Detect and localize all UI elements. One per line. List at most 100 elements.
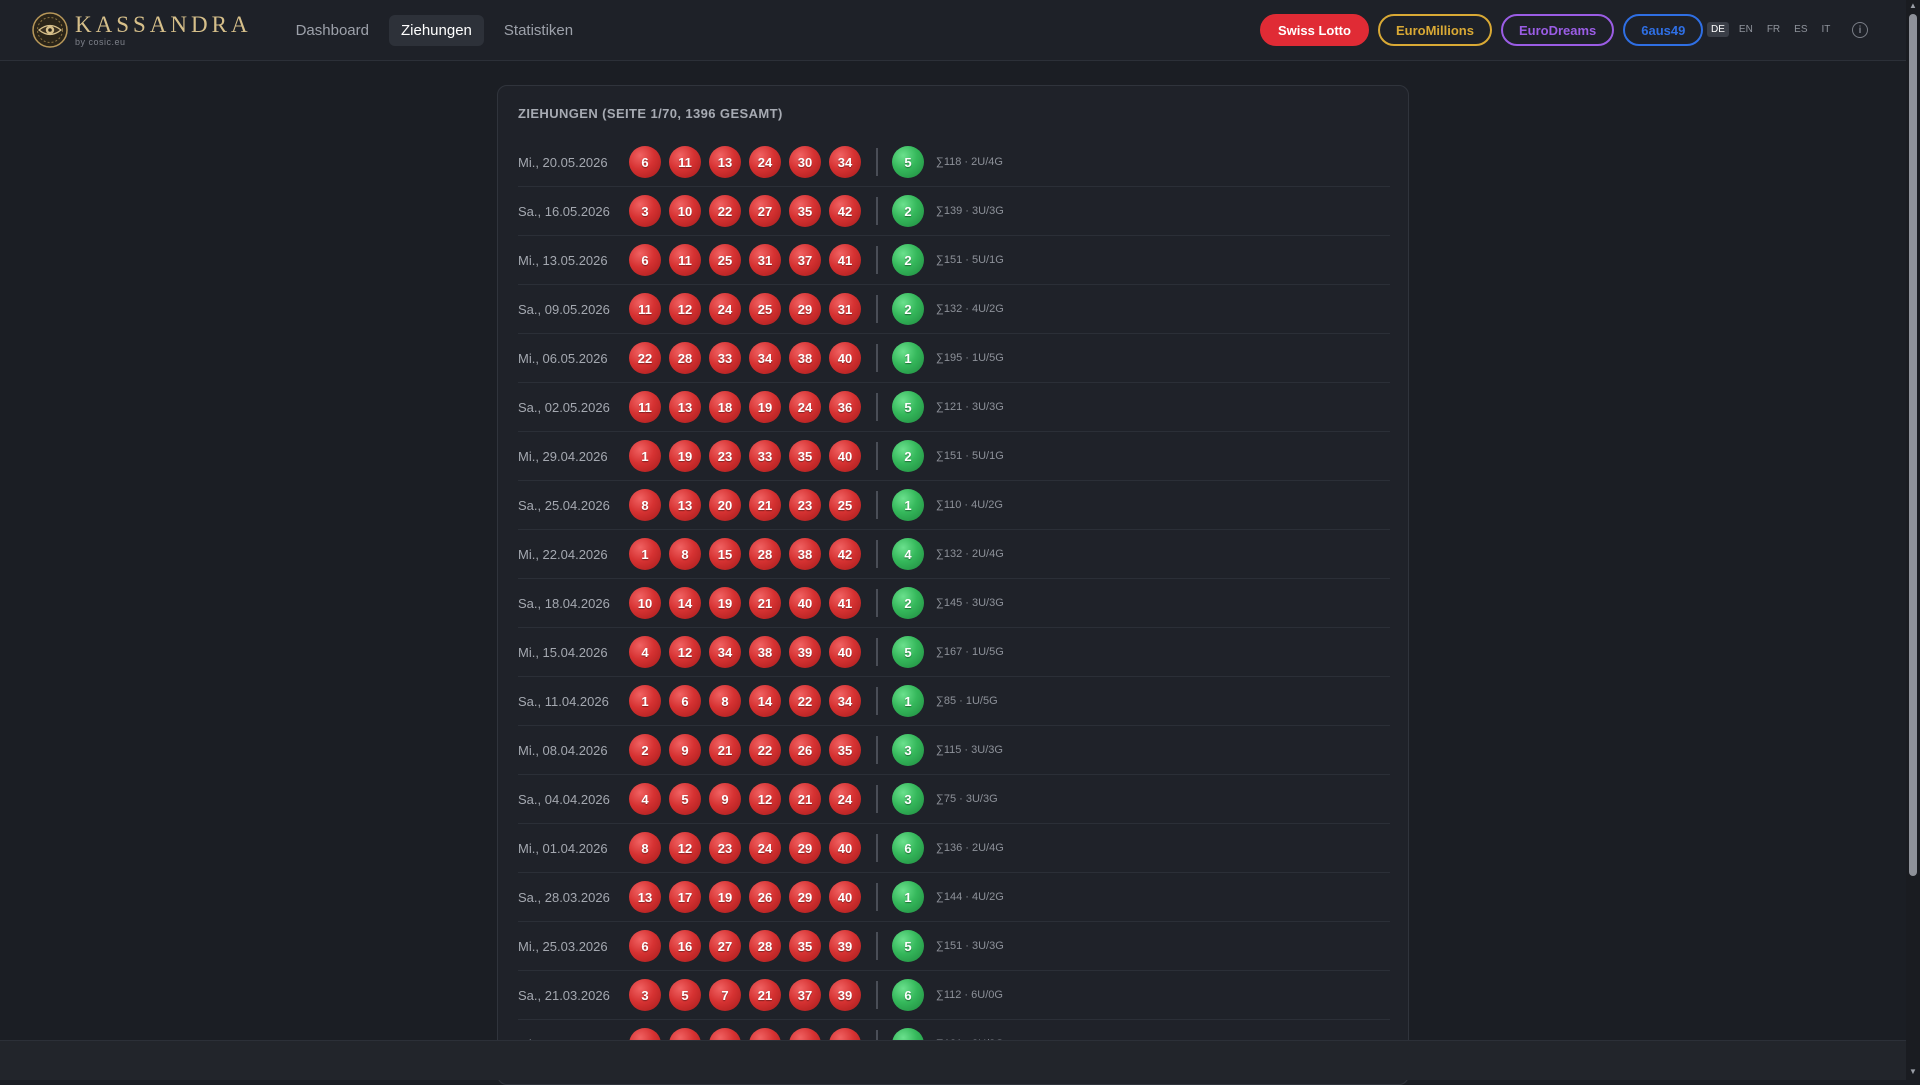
number-ball: 3 — [629, 195, 661, 227]
number-ball: 18 — [709, 391, 741, 423]
draw-stats: ∑75 · 3U/3G — [936, 793, 998, 805]
draw-date: Sa., 09.05.2026 — [518, 301, 610, 317]
draw-date: Sa., 11.04.2026 — [518, 693, 609, 709]
draw-date: Mi., 20.05.2026 — [518, 154, 608, 170]
game-button-6aus49[interactable]: 6aus49 — [1623, 14, 1704, 46]
draw-row: Mi., 01.04.2026 8 12 23 24 29 40 6 ∑136 · 2U/4G — [518, 824, 1390, 873]
number-ball: 20 — [709, 489, 741, 521]
number-ball: 1 — [629, 538, 661, 570]
number-ball: 4 — [629, 783, 661, 815]
divider — [876, 736, 878, 764]
draw-row: Sa., 16.05.2026 3 10 22 27 35 42 2 ∑139 · 3U/3G — [518, 187, 1390, 236]
divider — [876, 148, 878, 176]
draw-stats: ∑145 · 3U/3G — [936, 597, 1004, 609]
draws-list: Mi., 20.05.2026 6 11 13 24 30 34 5 ∑118 · 2U/4G S… — [518, 138, 1390, 1069]
draw-row: Sa., 09.05.2026 11 12 24 25 29 31 2 ∑132 · 4U/2G — [518, 285, 1390, 334]
number-ball: 33 — [749, 440, 781, 472]
game-button-swiss-lotto[interactable]: Swiss Lotto — [1260, 14, 1369, 46]
scroll-down-arrow-icon[interactable]: ▼ — [1909, 1068, 1917, 1076]
draws-card: ZIEHUNGEN (SEITE 1/70, 1396 GESAMT) Mi.,… — [497, 85, 1409, 1085]
divider — [876, 393, 878, 421]
number-ball: 22 — [709, 195, 741, 227]
draw-stats: ∑110 · 4U/2G — [936, 499, 1003, 511]
number-ball: 21 — [709, 734, 741, 766]
number-ball: 35 — [789, 930, 821, 962]
number-ball: 12 — [669, 293, 701, 325]
draw-numbers: 8 12 23 24 29 40 — [629, 832, 861, 864]
game-button-euromillions[interactable]: EuroMillions — [1377, 14, 1492, 46]
draw-numbers: 2 9 21 22 26 35 — [629, 734, 861, 766]
language-option-fr[interactable]: FR — [1763, 22, 1784, 37]
draw-row: Mi., 20.05.2026 6 11 13 24 30 34 5 ∑118 · 2U/4G — [518, 138, 1390, 187]
draw-date: Mi., 29.04.2026 — [518, 448, 608, 464]
number-ball: 1 — [629, 440, 661, 472]
lucky-number-ball: 5 — [892, 146, 924, 178]
lucky-number-ball: 2 — [892, 587, 924, 619]
number-ball: 41 — [829, 587, 861, 619]
number-ball: 26 — [789, 734, 821, 766]
draw-row: Mi., 25.03.2026 6 16 27 28 35 39 5 ∑151 · 3U/3G — [518, 922, 1390, 971]
number-ball: 13 — [669, 391, 701, 423]
nav-item-ziehungen[interactable]: Ziehungen — [388, 14, 484, 46]
language-option-it[interactable]: IT — [1818, 22, 1835, 37]
lucky-number-ball: 5 — [892, 391, 924, 423]
number-ball: 37 — [789, 979, 821, 1011]
nav-item-dashboard[interactable]: Dashboard — [284, 15, 381, 46]
draw-numbers: 6 11 25 31 37 41 — [629, 244, 861, 276]
number-ball: 25 — [829, 489, 861, 521]
number-ball: 23 — [709, 440, 741, 472]
language-switcher: DE EN FR ES IT — [1707, 22, 1834, 37]
lucky-number-ball: 3 — [892, 734, 924, 766]
lucky-number-ball: 6 — [892, 832, 924, 864]
all-seeing-eye-icon — [31, 11, 69, 49]
lucky-number-ball: 5 — [892, 930, 924, 962]
game-button-eurodreams[interactable]: EuroDreams — [1500, 14, 1615, 46]
number-ball: 24 — [829, 783, 861, 815]
number-ball: 11 — [669, 146, 701, 178]
number-ball: 13 — [629, 881, 661, 913]
card-title: ZIEHUNGEN (SEITE 1/70, 1396 GESAMT) — [518, 106, 783, 121]
number-ball: 40 — [829, 440, 861, 472]
number-ball: 19 — [709, 587, 741, 619]
draw-stats: ∑151 · 5U/1G — [936, 254, 1004, 266]
number-ball: 8 — [629, 489, 661, 521]
brand-logo[interactable]: KASSANDRA by cosic.eu — [31, 11, 252, 49]
draw-numbers: 3 5 7 21 37 39 — [629, 979, 861, 1011]
draw-row: Sa., 04.04.2026 4 5 9 12 21 24 3 ∑75 · 3U/3G — [518, 775, 1390, 824]
language-option-en[interactable]: EN — [1735, 22, 1757, 37]
number-ball: 14 — [669, 587, 701, 619]
divider — [876, 540, 878, 568]
draw-date: Mi., 01.04.2026 — [518, 840, 608, 856]
draw-numbers: 10 14 19 21 40 41 — [629, 587, 861, 619]
info-icon[interactable]: i — [1852, 22, 1868, 38]
number-ball: 39 — [829, 979, 861, 1011]
number-ball: 34 — [829, 146, 861, 178]
number-ball: 10 — [669, 195, 701, 227]
top-navigation-bar: KASSANDRA by cosic.eu Dashboard Ziehungen… — [0, 0, 1906, 61]
number-ball: 27 — [749, 195, 781, 227]
number-ball: 6 — [629, 146, 661, 178]
language-option-de[interactable]: DE — [1707, 22, 1729, 37]
page-scrollbar[interactable]: ▲ ▼ — [1906, 0, 1920, 1080]
number-ball: 13 — [669, 489, 701, 521]
divider — [876, 932, 878, 960]
number-ball: 34 — [829, 685, 861, 717]
draw-stats: ∑139 · 3U/3G — [936, 205, 1004, 217]
divider — [876, 785, 878, 813]
number-ball: 23 — [709, 832, 741, 864]
number-ball: 33 — [709, 342, 741, 374]
scroll-up-arrow-icon[interactable]: ▲ — [1909, 2, 1917, 10]
draw-numbers: 11 12 24 25 29 31 — [629, 293, 861, 325]
number-ball: 19 — [709, 881, 741, 913]
brand-subtitle: by cosic.eu — [75, 37, 126, 47]
draw-row: Mi., 13.05.2026 6 11 25 31 37 41 2 ∑151 · 5U/1G — [518, 236, 1390, 285]
draw-numbers: 11 13 18 19 24 36 — [629, 391, 861, 423]
draw-stats: ∑85 · 1U/5G — [936, 695, 998, 707]
nav-item-statistiken[interactable]: Statistiken — [492, 15, 585, 46]
scrollbar-thumb[interactable] — [1909, 14, 1917, 876]
lucky-number-ball: 2 — [892, 195, 924, 227]
language-option-es[interactable]: ES — [1790, 22, 1811, 37]
draw-stats: ∑132 · 4U/2G — [936, 303, 1004, 315]
draw-row: Mi., 22.04.2026 1 8 15 28 38 42 4 ∑132 · 2U/4G — [518, 530, 1390, 579]
draw-row: Sa., 02.05.2026 11 13 18 19 24 36 5 ∑121 · 3U/3G — [518, 383, 1390, 432]
